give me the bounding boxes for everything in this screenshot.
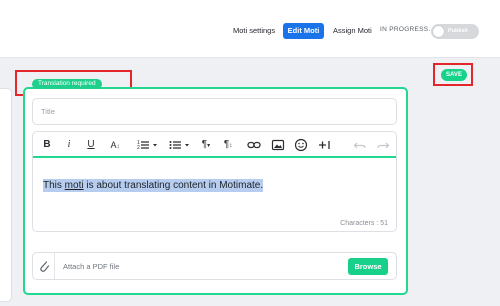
editor-toolbar: B i U A↕ 12 ¶▾ ¶↕ xyxy=(33,132,396,158)
browse-button[interactable]: Browse xyxy=(348,258,388,275)
bold-icon[interactable]: B xyxy=(41,138,53,152)
font-size-icon[interactable]: A↕ xyxy=(108,138,122,152)
attach-pdf-field[interactable]: Attach a PDF file Browse xyxy=(32,252,397,280)
link-icon[interactable] xyxy=(247,138,261,152)
nav-assign-moti[interactable]: Assign Moti xyxy=(333,26,372,35)
character-count: Characters : 51 xyxy=(340,220,388,227)
underline-icon[interactable]: U xyxy=(85,138,97,152)
paragraph-format-icon[interactable]: ¶↕ xyxy=(221,138,235,152)
paperclip-icon[interactable] xyxy=(33,253,55,279)
svg-text:2: 2 xyxy=(137,145,140,151)
title-field[interactable] xyxy=(32,98,397,125)
bullet-list-icon[interactable] xyxy=(169,138,191,152)
redo-icon[interactable] xyxy=(376,138,390,152)
save-button[interactable]: SAVE xyxy=(441,69,467,81)
status-text: IN PROGRESS... xyxy=(380,26,435,33)
insert-more-icon[interactable] xyxy=(318,138,332,152)
content-pre: This xyxy=(43,180,65,191)
top-bar: Moti settings Edit Moti Assign Moti IN P… xyxy=(0,0,500,58)
nav-moti-settings[interactable]: Moti settings xyxy=(233,26,275,35)
editor-content[interactable]: This moti is about translating content i… xyxy=(43,179,264,192)
selected-text: This moti is about translating content i… xyxy=(43,179,264,192)
image-icon[interactable] xyxy=(271,138,285,152)
title-input[interactable] xyxy=(33,99,396,124)
publish-toggle[interactable]: Publish xyxy=(431,24,479,39)
side-panel-edge xyxy=(0,88,12,302)
undo-icon[interactable] xyxy=(353,138,367,152)
rich-text-editor[interactable]: B i U A↕ 12 ¶▾ ¶↕ This moti is about tra… xyxy=(32,131,397,232)
numbered-list-icon[interactable]: 12 xyxy=(137,138,159,152)
translation-required-badge: Translation required xyxy=(32,79,102,89)
content-post: is about translating content in Motimate… xyxy=(83,180,264,191)
italic-icon[interactable]: i xyxy=(63,138,75,152)
nav-edit-moti[interactable]: Edit Moti xyxy=(283,23,324,39)
paragraph-icon[interactable]: ¶▾ xyxy=(198,138,214,152)
toggle-knob xyxy=(433,26,444,37)
attach-placeholder: Attach a PDF file xyxy=(63,262,120,271)
toggle-label: Publish xyxy=(448,28,468,34)
emoji-icon[interactable] xyxy=(294,138,308,152)
content-underlined-word: moti xyxy=(64,180,84,191)
